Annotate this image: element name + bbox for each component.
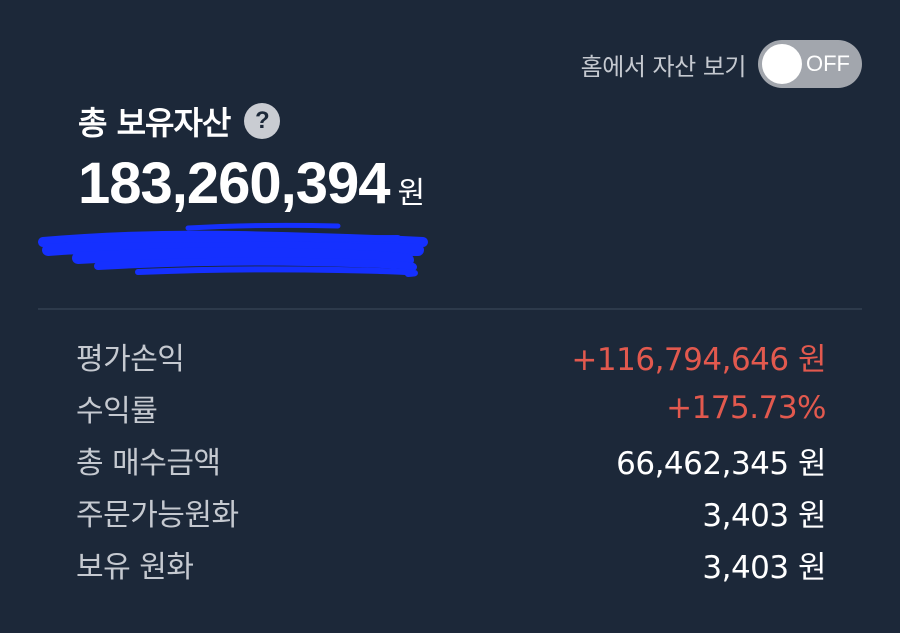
total-assets-amount: 183,260,394	[78, 151, 391, 216]
summary-row-total-purchase: 총 매수금액 66,462,345 원	[76, 434, 826, 486]
section-divider	[38, 308, 862, 310]
summary-value: +175.73%	[666, 390, 826, 426]
summary-label: 평가손익	[76, 342, 185, 377]
redaction-scribble	[38, 222, 428, 277]
home-asset-toggle[interactable]: OFF	[758, 40, 862, 88]
summary-row-profit-loss: 평가손익 +116,794,646 원	[76, 330, 826, 382]
asset-summary-list: 평가손익 +116,794,646 원 수익률 +175.73% 총 매수금액 …	[76, 330, 826, 590]
summary-label: 보유 원화	[76, 550, 194, 585]
toggle-state-text: OFF	[806, 51, 850, 76]
summary-row-held-krw: 보유 원화 3,403 원	[76, 538, 826, 590]
question-mark-icon[interactable]: ?	[244, 103, 281, 139]
home-asset-toggle-label: 홈에서 자산 보기	[580, 52, 747, 81]
summary-row-return-rate: 수익률 +175.73%	[76, 382, 826, 434]
toggle-knob	[762, 44, 802, 84]
summary-row-orderable-krw: 주문가능원화 3,403 원	[76, 486, 826, 538]
summary-value: 3,403 원	[702, 497, 826, 534]
summary-value: 3,403 원	[702, 549, 826, 586]
summary-value: +116,794,646 원	[571, 341, 826, 378]
total-assets-amount-row: 183,260,394 원	[78, 150, 425, 217]
summary-label: 총 매수금액	[76, 446, 221, 481]
home-asset-toggle-row: 홈에서 자산 보기 OFF	[581, 40, 862, 88]
total-assets-unit: 원	[397, 176, 426, 211]
summary-label: 주문가능원화	[76, 498, 239, 533]
summary-value: 66,462,345 원	[616, 445, 826, 482]
asset-summary-screen: 홈에서 자산 보기 OFF 총 보유자산 ? 183,260,394 원 평가손…	[0, 0, 900, 633]
total-assets-title: 총 보유자산	[78, 104, 231, 142]
summary-label: 수익률	[76, 394, 158, 429]
total-assets-header: 총 보유자산 ?	[78, 98, 281, 144]
